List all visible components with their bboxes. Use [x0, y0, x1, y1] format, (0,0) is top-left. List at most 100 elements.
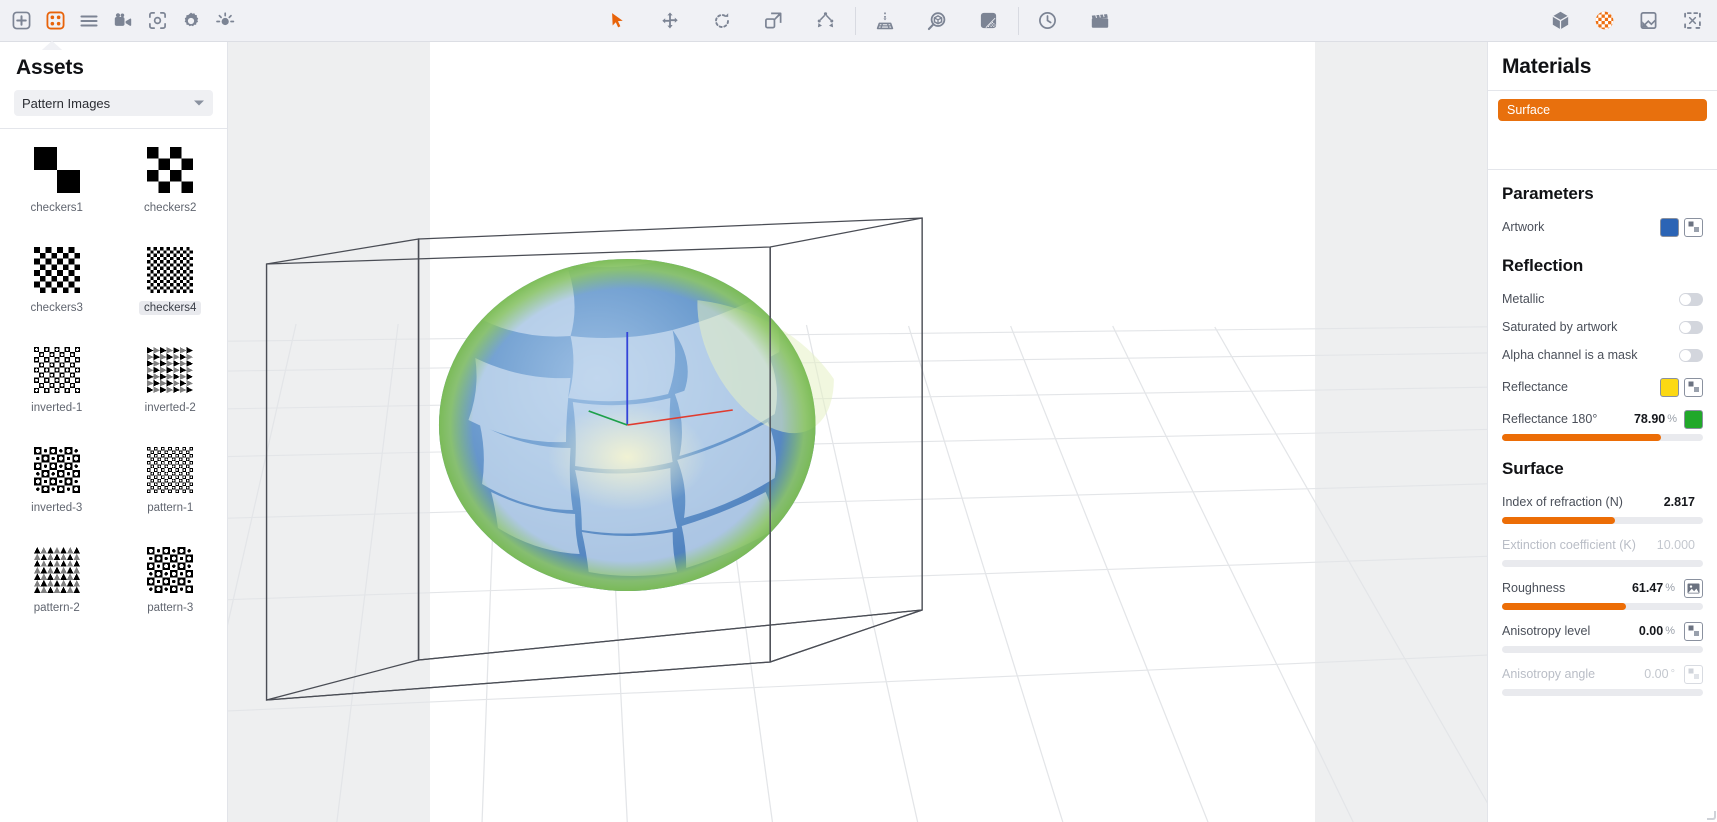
artwork-pattern-button[interactable]: [1684, 217, 1703, 237]
toolbar-divider-1: [854, 6, 856, 35]
artwork-label: Artwork: [1502, 220, 1545, 234]
panel-resize-handle[interactable]: [1707, 811, 1716, 820]
asset-thumbnail-icon: [33, 447, 80, 493]
row-reflectance-180: Reflectance 180° 78.90 %: [1502, 406, 1703, 432]
rotate-icon[interactable]: [707, 6, 737, 36]
toolbar-divider-2: [1017, 6, 1019, 35]
viewport-stage: [228, 42, 1487, 822]
animation-clapper-icon[interactable]: [1085, 6, 1115, 36]
surface-row-label: Index of refraction (N): [1502, 495, 1623, 509]
row-saturated-by-artwork: Saturated by artwork: [1502, 314, 1703, 340]
top-toolbar: [0, 0, 1717, 42]
asset-item-label: pattern-3: [147, 602, 194, 614]
surface-row-unit: °: [1670, 668, 1675, 680]
reflectance-label: Reflectance: [1502, 380, 1569, 394]
surface-row-slider[interactable]: [1502, 517, 1703, 524]
surface-row-slider[interactable]: [1502, 603, 1703, 610]
perspective-icon[interactable]: [870, 6, 900, 36]
artwork-color-swatch[interactable]: [1660, 217, 1679, 237]
panel-pointer-caret: [42, 41, 62, 50]
surface-row-slider[interactable]: [1502, 689, 1703, 696]
surface-pattern-button[interactable]: [1684, 621, 1703, 641]
cube-icon[interactable]: [1545, 6, 1575, 36]
row-artwork: Artwork: [1502, 214, 1703, 240]
asset-item-checkers3[interactable]: checkers3: [0, 247, 114, 343]
assets-panel: Assets Pattern Images checkers1 checkers2…: [0, 41, 228, 822]
reflectance-180-value: 78.90: [1633, 412, 1666, 426]
saturated-by-artwork-label: Saturated by artwork: [1502, 320, 1618, 334]
materials-panel: Materials Surface Parameters Artwork Ref…: [1487, 42, 1717, 822]
fullscreen-icon[interactable]: [1677, 6, 1707, 36]
reflectance-color-swatch[interactable]: [1660, 377, 1679, 397]
materials-list[interactable]: Surface: [1488, 91, 1717, 169]
ground-grid: [228, 323, 1487, 822]
section-parameters: Parameters Artwork: [1488, 170, 1717, 242]
asset-item-inverted-3[interactable]: inverted-3: [0, 447, 114, 543]
main-area: Assets Pattern Images checkers1 checkers2…: [0, 41, 1717, 822]
row-roughness: Roughness 61.47%: [1502, 575, 1703, 601]
viewport-3d[interactable]: [228, 42, 1487, 822]
surface-row-slider[interactable]: [1502, 646, 1703, 653]
asset-item-checkers1[interactable]: checkers1: [0, 147, 114, 243]
assets-grid[interactable]: checkers1 checkers2 checkers3 checkers4 inve…: [0, 129, 227, 822]
reflectance-180-slider[interactable]: [1502, 434, 1703, 441]
asset-thumbnail-icon: [147, 347, 194, 393]
surface-row-unit: %: [1665, 625, 1675, 637]
inspect-object-icon[interactable]: [922, 6, 952, 36]
reflectance-180-label: Reflectance 180°: [1502, 412, 1598, 426]
section-reflection: Reflection Metallic Saturated by artwork…: [1488, 242, 1717, 445]
metallic-toggle[interactable]: [1679, 292, 1703, 306]
asset-thumbnail-icon: [33, 347, 80, 393]
surface-heading: Surface: [1502, 459, 1564, 478]
toolbar-center-group: [0, 6, 1717, 36]
select-arrow-icon[interactable]: [603, 6, 633, 36]
surface-pattern-button[interactable]: [1684, 664, 1703, 684]
parameters-heading: Parameters: [1502, 184, 1594, 203]
saturated-by-artwork-toggle[interactable]: [1679, 320, 1703, 334]
material-item-surface[interactable]: Surface: [1498, 99, 1707, 121]
background-image-icon[interactable]: [1633, 6, 1663, 36]
render-time-icon[interactable]: [1033, 6, 1063, 36]
surface-row-slider[interactable]: [1502, 560, 1703, 567]
surface-rows: Index of refraction (N) 2.817 Extinction c…: [1502, 489, 1703, 696]
sphere-object: [438, 250, 834, 591]
asset-item-label: checkers2: [144, 202, 197, 214]
texture-gradient-icon[interactable]: [974, 6, 1004, 36]
checkered-sphere-icon[interactable]: [1589, 6, 1619, 36]
asset-category-select[interactable]: Pattern Images: [14, 90, 213, 116]
asset-item-pattern-3[interactable]: pattern-3: [114, 547, 228, 643]
materials-panel-title: Materials: [1502, 55, 1592, 78]
surface-row-value: 2.817: [1663, 495, 1695, 509]
row-reflectance: Reflectance: [1502, 374, 1703, 400]
row-alpha-channel-mask: Alpha channel is a mask: [1502, 342, 1703, 368]
asset-item-checkers2[interactable]: checkers2: [114, 147, 228, 243]
asset-item-pattern-2[interactable]: pattern-2: [0, 547, 114, 643]
alpha-channel-mask-toggle[interactable]: [1679, 348, 1703, 362]
asset-item-label: pattern-1: [147, 502, 194, 514]
row-anisotropy-level: Anisotropy level 0.00%: [1502, 618, 1703, 644]
row-extinction-coefficient-k: Extinction coefficient (K) 10.000: [1502, 532, 1703, 558]
surface-image-button[interactable]: [1684, 578, 1703, 598]
asset-thumbnail-icon: [33, 247, 80, 293]
asset-item-inverted-2[interactable]: inverted-2: [114, 347, 228, 443]
reflectance-180-color-swatch[interactable]: [1684, 409, 1703, 429]
app-window: Assets Pattern Images checkers1 checkers2…: [0, 0, 1717, 822]
scale-icon[interactable]: [759, 6, 789, 36]
distribute-icon[interactable]: [811, 6, 841, 36]
asset-category-wrap: Pattern Images: [0, 90, 227, 128]
material-item-label: Surface: [1507, 103, 1551, 117]
section-surface: Surface Index of refraction (N) 2.817 Exti…: [1488, 445, 1717, 700]
asset-item-pattern-1[interactable]: pattern-1: [114, 447, 228, 543]
asset-item-label: checkers1: [30, 202, 83, 214]
surface-row-value: 10.000: [1656, 538, 1695, 552]
asset-item-label: inverted-3: [31, 502, 83, 514]
asset-item-label: checkers4: [139, 301, 202, 315]
reflection-heading: Reflection: [1502, 256, 1584, 275]
asset-item-checkers4[interactable]: checkers4: [114, 247, 228, 343]
reflectance-pattern-button[interactable]: [1684, 377, 1703, 397]
asset-thumbnail-icon: [147, 247, 194, 293]
asset-item-inverted-1[interactable]: inverted-1: [0, 347, 114, 443]
surface-row-value: 61.47: [1631, 581, 1664, 595]
move-icon[interactable]: [655, 6, 685, 36]
surface-row-label: Roughness: [1502, 581, 1566, 595]
